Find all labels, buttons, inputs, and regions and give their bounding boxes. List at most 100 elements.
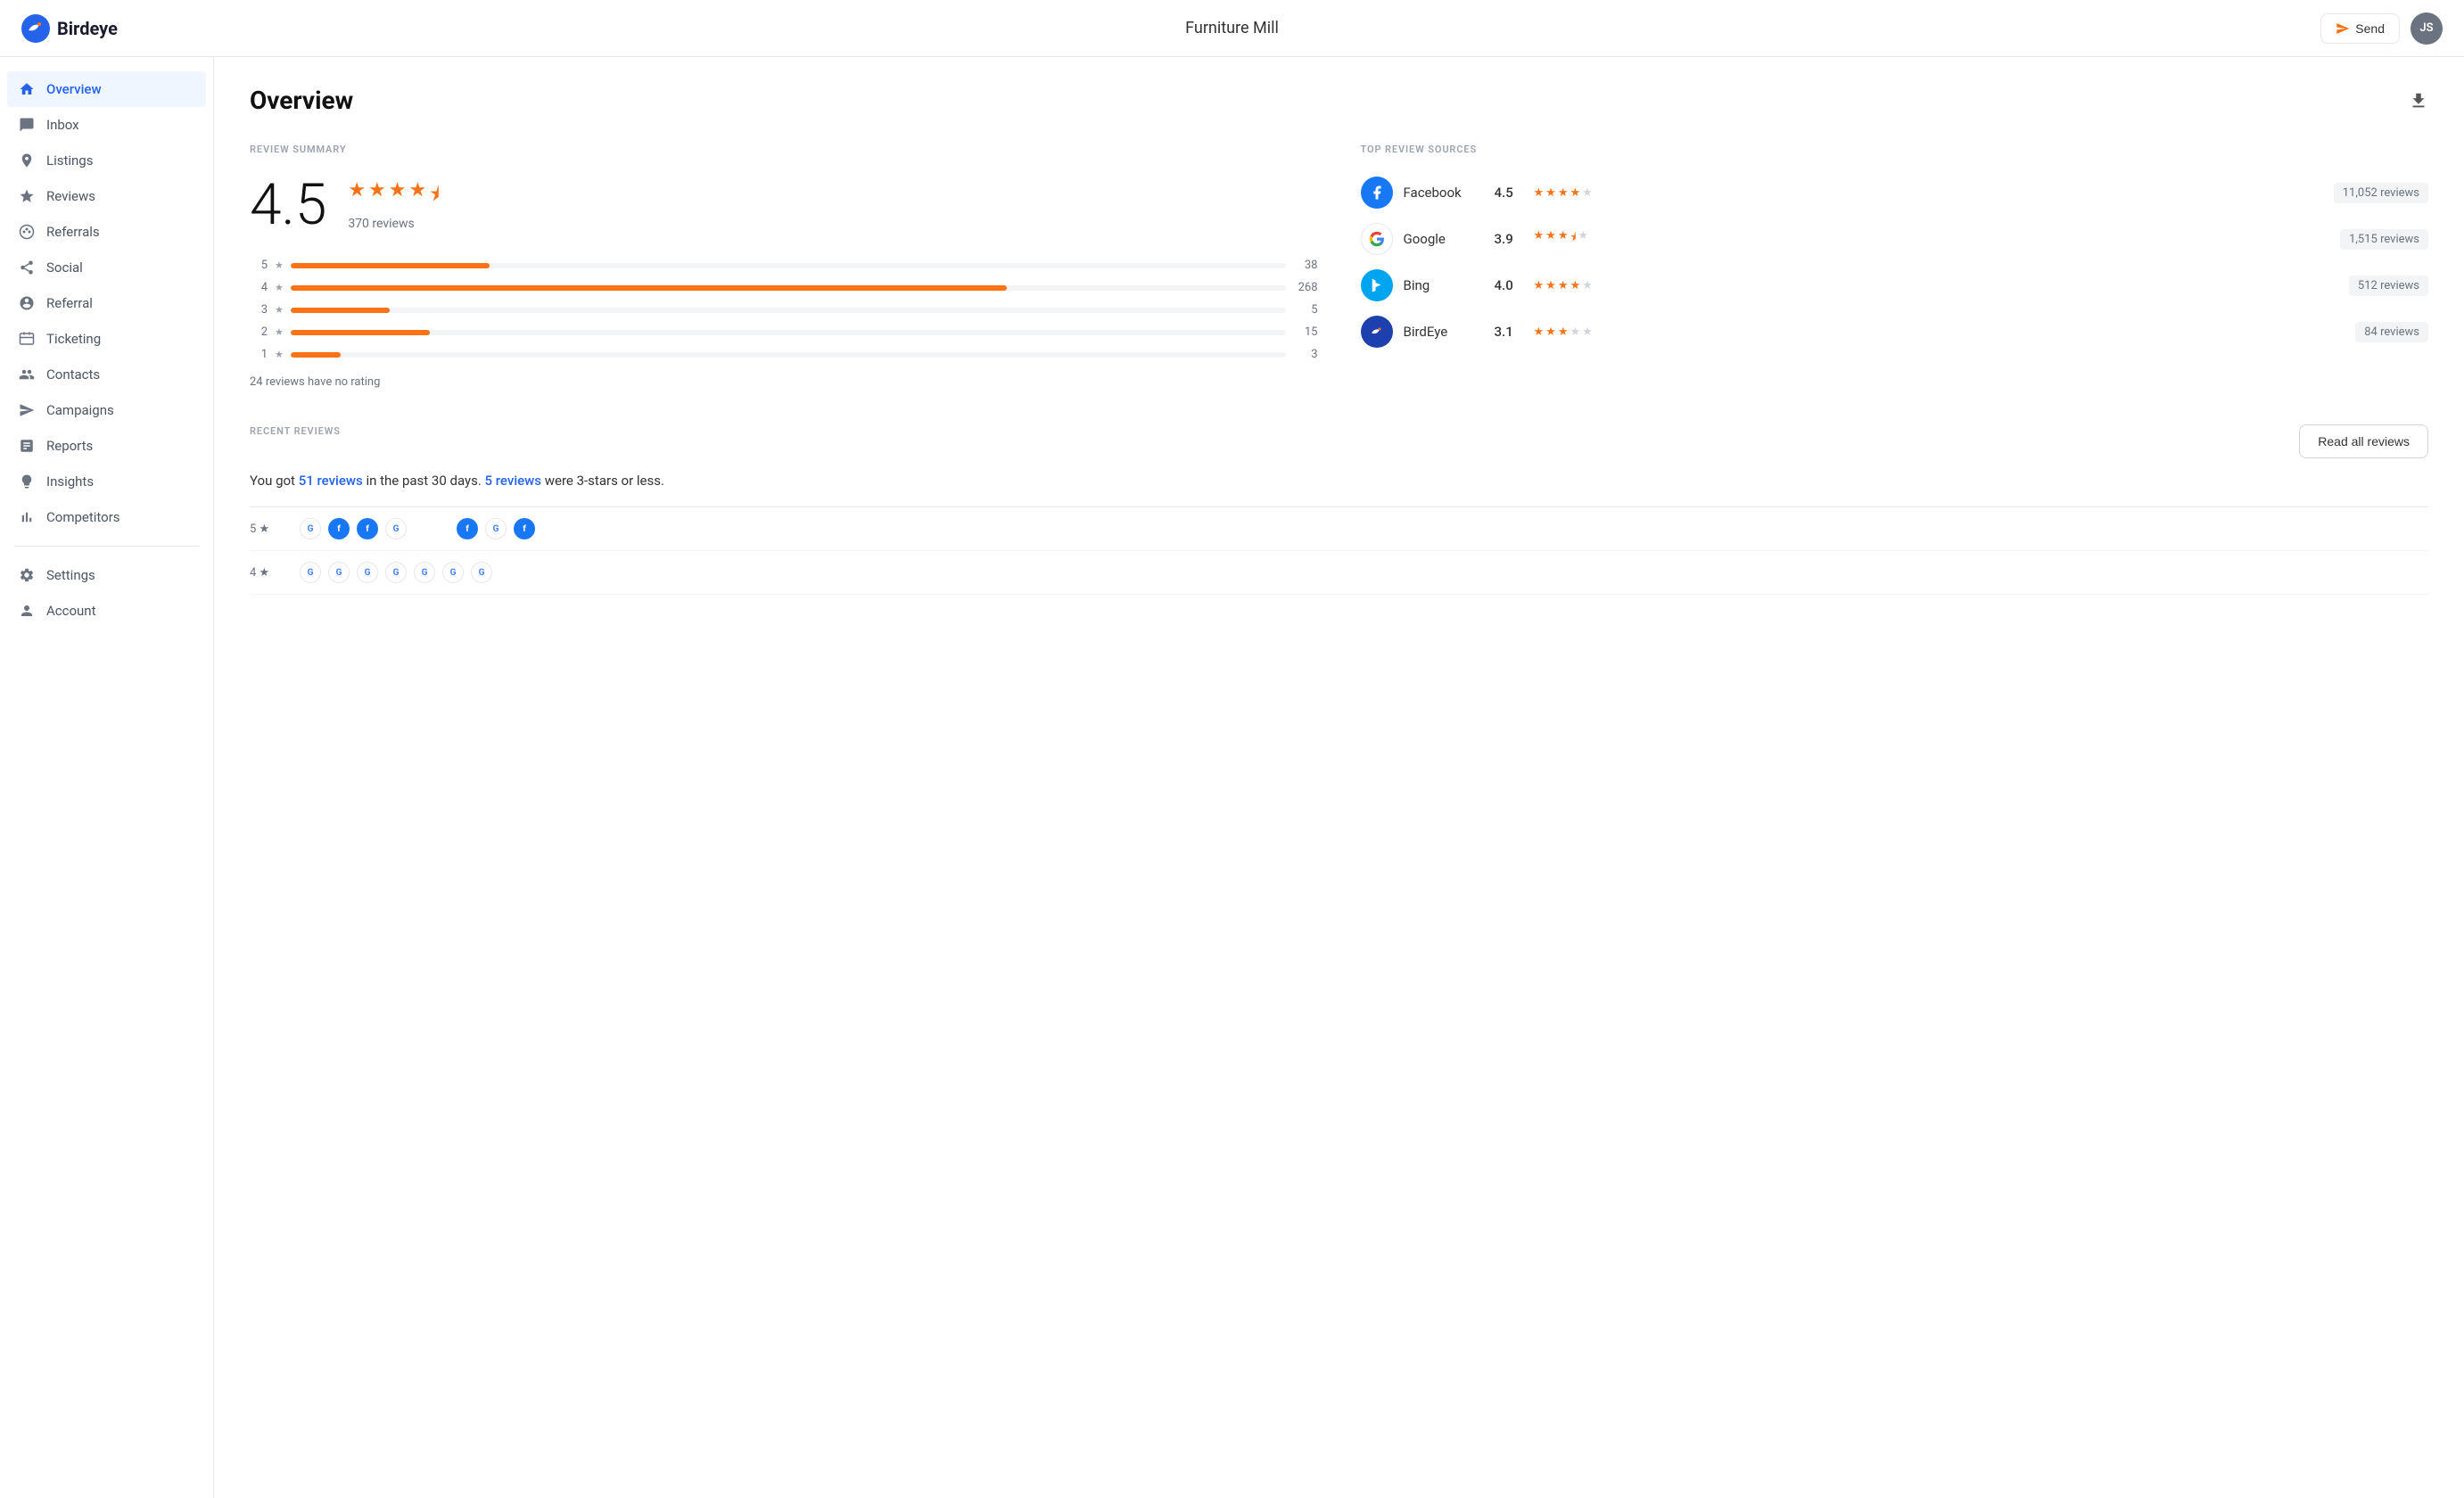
sources-list: Facebook 4.5 ★★★★★ 11,052 reviews Google — [1361, 177, 2429, 348]
download-button[interactable] — [2409, 91, 2428, 111]
competitors-icon — [18, 508, 36, 526]
source-name-facebook: Facebook — [1404, 185, 1484, 201]
rating-stars: ★ ★ ★ ★ ⯨ — [348, 179, 440, 213]
mini-google-icon-9: G — [442, 562, 464, 583]
star-2: ★ — [368, 179, 386, 213]
source-badge-facebook: 11,052 reviews — [2334, 183, 2428, 203]
mini-google-icon-3: G — [485, 518, 507, 539]
bar-fill-3 — [291, 308, 391, 313]
sidebar-label-competitors: Competitors — [46, 509, 120, 525]
table-row-4star: 4 ★ G G G G G G G — [250, 551, 2428, 595]
sidebar-item-referral[interactable]: Referral — [0, 285, 213, 321]
bar-track-1 — [291, 352, 1286, 358]
sidebar-item-ticketing[interactable]: Ticketing — [0, 321, 213, 357]
account-icon — [18, 602, 36, 620]
facebook-icon — [1361, 177, 1393, 209]
sidebar-item-reports[interactable]: Reports — [0, 428, 213, 464]
page-title: Overview — [250, 86, 353, 115]
sidebar-item-listings[interactable]: Listings — [0, 143, 213, 178]
mini-google-icon-2: G — [385, 518, 407, 539]
bar-track-4 — [291, 285, 1286, 291]
sidebar-label-ticketing: Ticketing — [46, 331, 101, 347]
inbox-icon — [18, 116, 36, 134]
review-summary-label: REVIEW SUMMARY — [250, 144, 1318, 155]
sidebar-item-reviews[interactable]: Reviews — [0, 178, 213, 214]
bar-row-3: 3 ★ 5 — [250, 303, 1318, 317]
bar-label-2: 2 — [250, 325, 268, 339]
send-label: Send — [2355, 21, 2385, 36]
source-name-google: Google — [1404, 231, 1484, 247]
mini-facebook-icon-2: f — [357, 518, 378, 539]
main-content: Overview REVIEW SUMMARY 4.5 ★ ★ ★ ★ — [214, 57, 2464, 1498]
bar-fill-4 — [291, 285, 1007, 291]
source-stars-birdeye: ★★★★★ — [1534, 325, 1593, 339]
source-rating-birdeye: 3.1 — [1495, 324, 1523, 340]
sidebar-label-referrals: Referrals — [46, 224, 100, 240]
sidebar-item-social[interactable]: Social — [0, 250, 213, 285]
recent-reviews-section: RECENT REVIEWS Read all reviews You got … — [250, 424, 2428, 595]
sidebar-item-insights[interactable]: Insights — [0, 464, 213, 499]
user-avatar[interactable]: JS — [2410, 12, 2443, 45]
ticketing-icon — [18, 330, 36, 348]
sidebar-item-campaigns[interactable]: Campaigns — [0, 392, 213, 428]
source-rating-facebook: 4.5 — [1495, 185, 1523, 201]
mini-facebook-icon-4: f — [514, 518, 535, 539]
sidebar-label-referral: Referral — [46, 295, 93, 311]
sidebar: Overview Inbox Listings Reviews Referral… — [0, 57, 214, 1498]
sidebar-item-inbox[interactable]: Inbox — [0, 107, 213, 143]
source-badge-google: 1,515 reviews — [2340, 229, 2428, 250]
sidebar-item-contacts[interactable]: Contacts — [0, 357, 213, 392]
row-star-4: 4 ★ — [250, 566, 285, 580]
reports-icon — [18, 437, 36, 455]
header-actions: Send JS — [2320, 12, 2443, 45]
sidebar-label-inbox: Inbox — [46, 117, 79, 133]
review-source-icons-4: G G G G G G G — [300, 562, 2428, 583]
sidebar-item-account[interactable]: Account — [0, 593, 213, 629]
bar-fill-5 — [291, 263, 490, 268]
read-all-button[interactable]: Read all reviews — [2299, 424, 2428, 458]
total-reviews-link[interactable]: 51 reviews — [299, 473, 363, 489]
sidebar-item-overview[interactable]: Overview — [7, 71, 206, 107]
gap — [414, 518, 449, 539]
bar-count-1: 3 — [1293, 348, 1318, 361]
review-count: 370 reviews — [348, 217, 440, 231]
bar-count-4: 268 — [1293, 281, 1318, 294]
review-summary-section: REVIEW SUMMARY 4.5 ★ ★ ★ ★ ⯨ 370 reviews — [250, 144, 1318, 389]
recent-subtitle: You got 51 reviews in the past 30 days. … — [250, 473, 2428, 489]
big-rating-number: 4.5 — [250, 177, 326, 234]
mini-google-icon-4: G — [300, 562, 321, 583]
sidebar-item-competitors[interactable]: Competitors — [0, 499, 213, 535]
star-icon-2: ★ — [275, 326, 284, 338]
star-icon-1: ★ — [275, 349, 284, 360]
top-sources-section: TOP REVIEW SOURCES Facebook 4.5 ★★★★★ 11… — [1361, 144, 2429, 389]
sidebar-label-account: Account — [46, 603, 96, 619]
recent-reviews-label: RECENT REVIEWS — [250, 425, 341, 437]
sidebar-item-settings[interactable]: Settings — [0, 557, 213, 593]
subtitle-suffix: were 3-stars or less. — [541, 473, 664, 489]
main-header: Overview — [250, 86, 2428, 115]
mini-google-icon-5: G — [328, 562, 350, 583]
row-star-5: 5 ★ — [250, 523, 285, 536]
bing-icon — [1361, 269, 1393, 301]
campaigns-icon — [18, 401, 36, 419]
source-name-birdeye: BirdEye — [1404, 324, 1484, 340]
download-icon — [2409, 91, 2428, 111]
bar-count-5: 38 — [1293, 259, 1318, 272]
mini-google-icon-8: G — [414, 562, 435, 583]
mini-facebook-icon: f — [328, 518, 350, 539]
star-icon-5: ★ — [275, 259, 284, 271]
bar-row-1: 1 ★ 3 — [250, 348, 1318, 361]
google-icon — [1361, 223, 1393, 255]
bar-row-4: 4 ★ 268 — [250, 281, 1318, 294]
star-icon-4: ★ — [275, 282, 284, 293]
sidebar-item-referrals[interactable]: Referrals — [0, 214, 213, 250]
low-reviews-link[interactable]: 5 reviews — [485, 473, 542, 489]
app-body: Overview Inbox Listings Reviews Referral… — [0, 57, 2464, 1498]
bar-fill-1 — [291, 352, 341, 358]
two-column-section: REVIEW SUMMARY 4.5 ★ ★ ★ ★ ⯨ 370 reviews — [250, 144, 2428, 389]
source-row-bing: Bing 4.0 ★★★★★ 512 reviews — [1361, 269, 2429, 301]
settings-icon — [18, 566, 36, 584]
send-button[interactable]: Send — [2320, 13, 2400, 44]
app-header: Birdeye Furniture Mill Send JS — [0, 0, 2464, 57]
table-row-5star: 5 ★ G f f G f G f — [250, 507, 2428, 551]
